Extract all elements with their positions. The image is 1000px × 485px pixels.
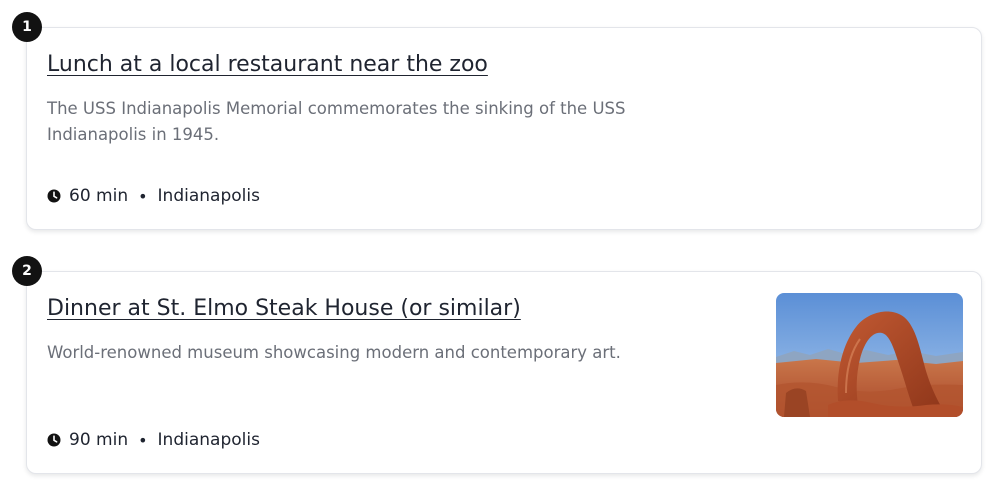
- activity-location: Indianapolis: [157, 186, 260, 206]
- activity-duration: 90 min: [69, 430, 129, 450]
- activity-meta: 60 min • Indianapolis: [47, 186, 260, 206]
- activity-title-link[interactable]: Dinner at St. Elmo Steak House (or simil…: [47, 296, 521, 321]
- activity-duration: 60 min: [69, 186, 129, 206]
- activity-thumbnail[interactable]: [776, 293, 963, 417]
- activity-title-link[interactable]: Lunch at a local restaurant near the zoo: [47, 52, 488, 77]
- activity-location: Indianapolis: [157, 430, 260, 450]
- itinerary-list: 1 Lunch at a local restaurant near the z…: [0, 0, 1000, 485]
- itinerary-card: Lunch at a local restaurant near the zoo…: [26, 27, 982, 230]
- red-rock-arch-photo: [776, 293, 963, 417]
- step-number-badge: 1: [12, 12, 42, 42]
- meta-separator: •: [138, 186, 148, 206]
- activity-description: The USS Indianapolis Memorial commemorat…: [47, 99, 626, 144]
- activity-meta: 90 min • Indianapolis: [47, 430, 260, 450]
- itinerary-card: Dinner at St. Elmo Steak House (or simil…: [26, 271, 982, 474]
- meta-separator: •: [138, 430, 148, 450]
- clock-icon: [47, 433, 61, 447]
- activity-description: World-renowned museum showcasing modern …: [47, 343, 621, 362]
- clock-icon: [47, 189, 61, 203]
- step-number-badge: 2: [12, 256, 42, 286]
